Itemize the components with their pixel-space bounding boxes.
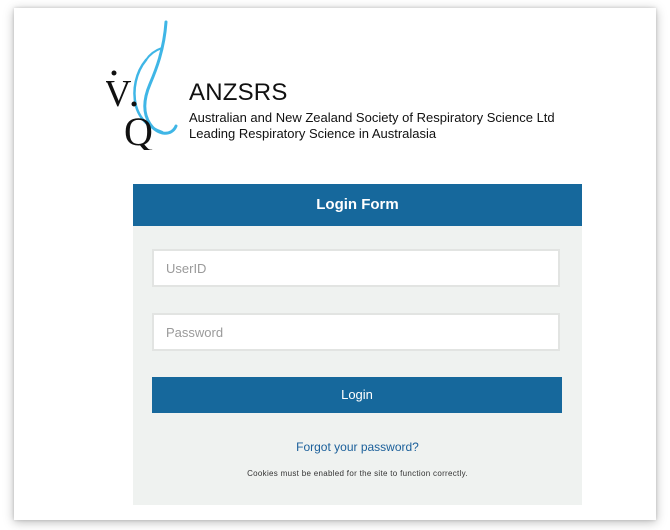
logo-letter-q: Q (124, 109, 153, 150)
org-name: ANZSRS (189, 79, 288, 106)
vq-logo-icon: V Q (106, 20, 178, 150)
userid-input[interactable] (152, 249, 560, 287)
login-form-title: Login Form (133, 184, 582, 226)
login-button[interactable]: Login (152, 377, 562, 413)
login-card: V Q ANZSRS Australian and New Zealand So… (14, 8, 656, 520)
org-tagline: Leading Respiratory Science in Australas… (189, 126, 437, 141)
cookie-notice: Cookies must be enabled for the site to … (247, 469, 468, 478)
forgot-password-link[interactable]: Forgot your password? (133, 440, 582, 454)
login-form: Login Form Login Forgot your password? C… (133, 184, 582, 505)
password-input[interactable] (152, 313, 560, 351)
page: V Q ANZSRS Australian and New Zealand So… (0, 0, 670, 530)
org-full-name: Australian and New Zealand Society of Re… (189, 110, 555, 125)
